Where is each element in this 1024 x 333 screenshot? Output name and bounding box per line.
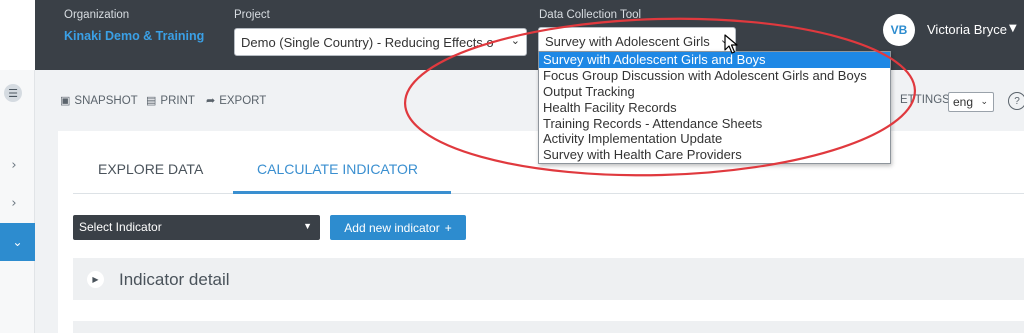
print-button[interactable]: ▤ PRINT [146,94,195,108]
export-button[interactable]: ➦ EXPORT [206,94,267,108]
add-indicator-button[interactable]: Add new indicator + [330,215,466,240]
chevron-right-icon[interactable]: › [7,157,21,173]
printer-icon: ▤ [146,95,157,107]
organization-label: Organization [64,9,130,21]
chevron-down-icon[interactable]: ⌄ [0,223,35,261]
play-toggle-icon[interactable]: ▶ [87,271,104,288]
indicator-select-label: Select Indicator [79,220,162,234]
rail-top [0,0,35,70]
tab-explore-data[interactable]: EXPLORE DATA [98,161,203,177]
active-tab-indicator [233,191,451,194]
collapsed-panel[interactable] [73,321,1024,333]
chevron-right-icon[interactable]: › [7,195,21,211]
camera-icon: ▣ [60,95,71,107]
export-label: EXPORT [219,94,267,107]
dropdown-option[interactable]: Activity Implementation Update [539,131,890,147]
project-select[interactable]: Demo (Single Country) - Reducing Effects… [234,28,527,56]
chevron-down-icon: ⌄ [510,35,520,47]
print-label: PRINT [160,94,195,107]
project-select-value: Demo (Single Country) - Reducing Effects… [241,35,494,50]
language-select[interactable]: eng ⌄ [948,92,994,112]
mouse-cursor-icon [724,34,738,54]
tool-select-value: Survey with Adolescent Girls [545,34,710,49]
settings-link[interactable]: ETTINGS [900,94,950,106]
menu-icon[interactable]: ☰ [4,84,22,102]
caret-down-icon: ▼ [303,221,312,231]
tab-divider [73,193,1024,194]
tool-label: Data Collection Tool [539,9,642,21]
indicator-detail-title: Indicator detail [119,270,230,289]
snapshot-button[interactable]: ▣ SNAPSHOT [60,94,138,108]
dropdown-option[interactable]: Survey with Adolescent Girls and Boys [539,52,890,68]
project-label: Project [234,9,270,21]
tab-calculate-indicator[interactable]: CALCULATE INDICATOR [257,161,418,177]
user-name[interactable]: Victoria Bryce [927,22,1007,37]
share-arrow-icon: ➦ [206,95,216,107]
caret-down-icon[interactable]: ▼ [1009,23,1017,34]
dropdown-option[interactable]: Survey with Health Care Providers [539,147,890,163]
dropdown-option[interactable]: Health Facility Records [539,100,890,116]
plus-icon: + [444,220,452,235]
tool-dropdown-list: Survey with Adolescent Girls and Boys Foc… [538,51,891,164]
indicator-select[interactable]: Select Indicator ▼ [73,215,320,240]
indicator-detail-panel[interactable]: ▶ Indicator detail [73,258,1024,300]
snapshot-label: SNAPSHOT [74,94,138,107]
chevron-down-icon: ⌄ [980,96,988,106]
add-indicator-label: Add new indicator [344,220,440,235]
dropdown-option[interactable]: Focus Group Discussion with Adolescent G… [539,68,890,84]
language-value: eng [953,95,974,109]
organization-name[interactable]: Kinaki Demo & Training [64,29,204,43]
avatar[interactable]: VB [883,14,915,46]
dropdown-option[interactable]: Output Tracking [539,84,890,100]
help-icon[interactable]: ? [1008,92,1024,110]
dropdown-option[interactable]: Training Records - Attendance Sheets [539,116,890,132]
